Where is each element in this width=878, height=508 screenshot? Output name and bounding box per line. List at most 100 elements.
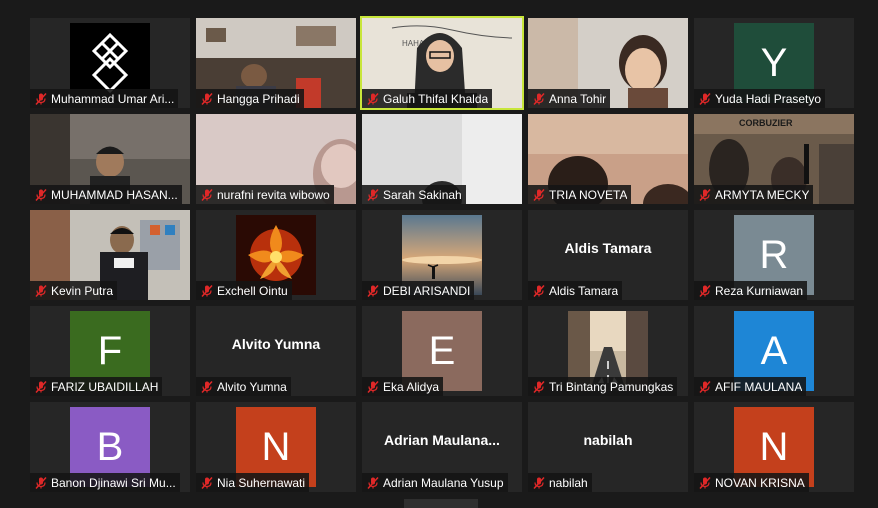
name-label: Alvito Yumna (196, 377, 291, 396)
mic-muted-icon (35, 188, 47, 201)
name-label: nurafni revita wibowo (196, 185, 334, 204)
participant-tile[interactable]: nabilah nabilah (528, 402, 688, 492)
name-label: FARIZ UBAIDILLAH (30, 377, 163, 396)
participant-name: TRIA NOVETA (549, 187, 628, 202)
name-label: Yuda Hadi Prasetyo (694, 89, 826, 108)
participant-display-name: Adrian Maulana... (384, 432, 500, 448)
participant-tile[interactable]: B Banon Djinawi Sri Mu... (30, 402, 190, 492)
mic-muted-icon (201, 92, 213, 105)
participant-tile[interactable]: Aldis Tamara Aldis Tamara (528, 210, 688, 300)
name-label: TRIA NOVETA (528, 185, 632, 204)
participant-name: Muhammad Umar Ari... (51, 91, 175, 106)
participant-name: Hangga Prihadi (217, 91, 300, 106)
name-label: Nia Suhernawati (196, 473, 310, 492)
participant-tile[interactable]: Tri Bintang Pamungkas (528, 306, 688, 396)
participant-tile[interactable]: Anna Tohir (528, 18, 688, 108)
name-label: Kevin Putra (30, 281, 118, 300)
participant-name: DEBI ARISANDI (383, 283, 471, 298)
mic-muted-icon (533, 284, 545, 297)
participant-name: Sarah Sakinah (383, 187, 462, 202)
name-label: ARMYTA MECKY (694, 185, 814, 204)
participant-tile[interactable]: R Reza Kurniawan (694, 210, 854, 300)
name-label: Exchell Ointu (196, 281, 292, 300)
participant-display-name: Aldis Tamara (564, 240, 652, 256)
name-label: Muhammad Umar Ari... (30, 89, 179, 108)
participant-name: Anna Tohir (549, 91, 607, 106)
name-label: DEBI ARISANDI (362, 281, 475, 300)
name-label: Banon Djinawi Sri Mu... (30, 473, 180, 492)
mic-muted-icon (533, 188, 545, 201)
name-label: Aldis Tamara (528, 281, 623, 300)
name-label: Eka Alidya (362, 377, 444, 396)
mic-muted-icon (699, 284, 711, 297)
participant-name: FARIZ UBAIDILLAH (51, 379, 159, 394)
participant-tile[interactable]: MUHAMMAD HASAN... (30, 114, 190, 204)
participant-tile[interactable]: Y Yuda Hadi Prasetyo (694, 18, 854, 108)
participant-tile[interactable]: nurafni revita wibowo (196, 114, 356, 204)
participant-tile[interactable]: DEBI ARISANDI (362, 210, 522, 300)
name-label: Reza Kurniawan (694, 281, 808, 300)
participant-name: Tri Bintang Pamungkas (549, 379, 674, 394)
name-label: nabilah (528, 473, 592, 492)
mic-muted-icon (699, 188, 711, 201)
gallery-grid: Muhammad Umar Ari... Hangga Prihadi HAHA … (0, 0, 878, 508)
participant-name: MUHAMMAD HASAN... (51, 187, 178, 202)
mic-muted-icon (201, 476, 213, 489)
name-label: Sarah Sakinah (362, 185, 466, 204)
name-label: Galuh Thifal Khalda (362, 89, 493, 108)
participant-name: Kevin Putra (51, 283, 114, 298)
mic-muted-icon (35, 92, 47, 105)
participant-name: Aldis Tamara (549, 283, 619, 298)
participant-name: Galuh Thifal Khalda (383, 91, 489, 106)
participant-tile[interactable]: E Eka Alidya (362, 306, 522, 396)
participant-tile[interactable]: Sarah Sakinah (362, 114, 522, 204)
name-label: Tri Bintang Pamungkas (528, 377, 678, 396)
participant-name: Exchell Ointu (217, 283, 288, 298)
mic-muted-icon (35, 284, 47, 297)
participant-tile[interactable]: N NOVAN KRISNA (694, 402, 854, 492)
mic-muted-icon (367, 284, 379, 297)
mic-muted-icon (699, 380, 711, 393)
participant-name: NOVAN KRISNA (715, 475, 805, 490)
mic-muted-icon (699, 476, 711, 489)
mic-muted-icon (699, 92, 711, 105)
name-label: MUHAMMAD HASAN... (30, 185, 182, 204)
participant-name: AFIF MAULANA (715, 379, 803, 394)
participant-tile[interactable]: Exchell Ointu (196, 210, 356, 300)
participant-name: Banon Djinawi Sri Mu... (51, 475, 176, 490)
participant-tile[interactable]: Alvito Yumna Alvito Yumna (196, 306, 356, 396)
mic-muted-icon (367, 476, 379, 489)
participant-tile[interactable]: CORBUZIER ARMYTA MECKY (694, 114, 854, 204)
participant-name: Reza Kurniawan (715, 283, 804, 298)
bottom-toolbar-handle[interactable] (404, 499, 478, 508)
mic-muted-icon (533, 92, 545, 105)
name-label: AFIF MAULANA (694, 377, 807, 396)
mic-muted-icon (367, 380, 379, 393)
participant-name: Eka Alidya (383, 379, 440, 394)
participant-tile[interactable]: A AFIF MAULANA (694, 306, 854, 396)
participant-name: Alvito Yumna (217, 379, 287, 394)
mic-muted-icon (35, 380, 47, 393)
mic-muted-icon (201, 188, 213, 201)
participant-tile[interactable]: Kevin Putra (30, 210, 190, 300)
mic-muted-icon (201, 380, 213, 393)
participant-display-name: nabilah (583, 432, 633, 448)
participant-tile[interactable]: HAHA Galuh Thifal Khalda (360, 16, 524, 110)
participant-name: nabilah (549, 475, 588, 490)
participant-name: Yuda Hadi Prasetyo (715, 91, 822, 106)
participant-tile[interactable]: N Nia Suhernawati (196, 402, 356, 492)
participant-name: nurafni revita wibowo (217, 187, 330, 202)
mic-muted-icon (533, 380, 545, 393)
name-label: Adrian Maulana Yusup (362, 473, 508, 492)
participant-tile[interactable]: Adrian Maulana... Adrian Maulana Yusup (362, 402, 522, 492)
participant-tile[interactable]: Muhammad Umar Ari... (30, 18, 190, 108)
participant-name: Nia Suhernawati (217, 475, 306, 490)
participant-tile[interactable]: Hangga Prihadi (196, 18, 356, 108)
mic-muted-icon (201, 284, 213, 297)
svg-text:CORBUZIER: CORBUZIER (739, 118, 793, 128)
participant-tile[interactable]: TRIA NOVETA (528, 114, 688, 204)
participant-tile[interactable]: F FARIZ UBAIDILLAH (30, 306, 190, 396)
mic-muted-icon (367, 188, 379, 201)
participant-display-name: Alvito Yumna (231, 336, 321, 352)
name-label: Anna Tohir (528, 89, 611, 108)
